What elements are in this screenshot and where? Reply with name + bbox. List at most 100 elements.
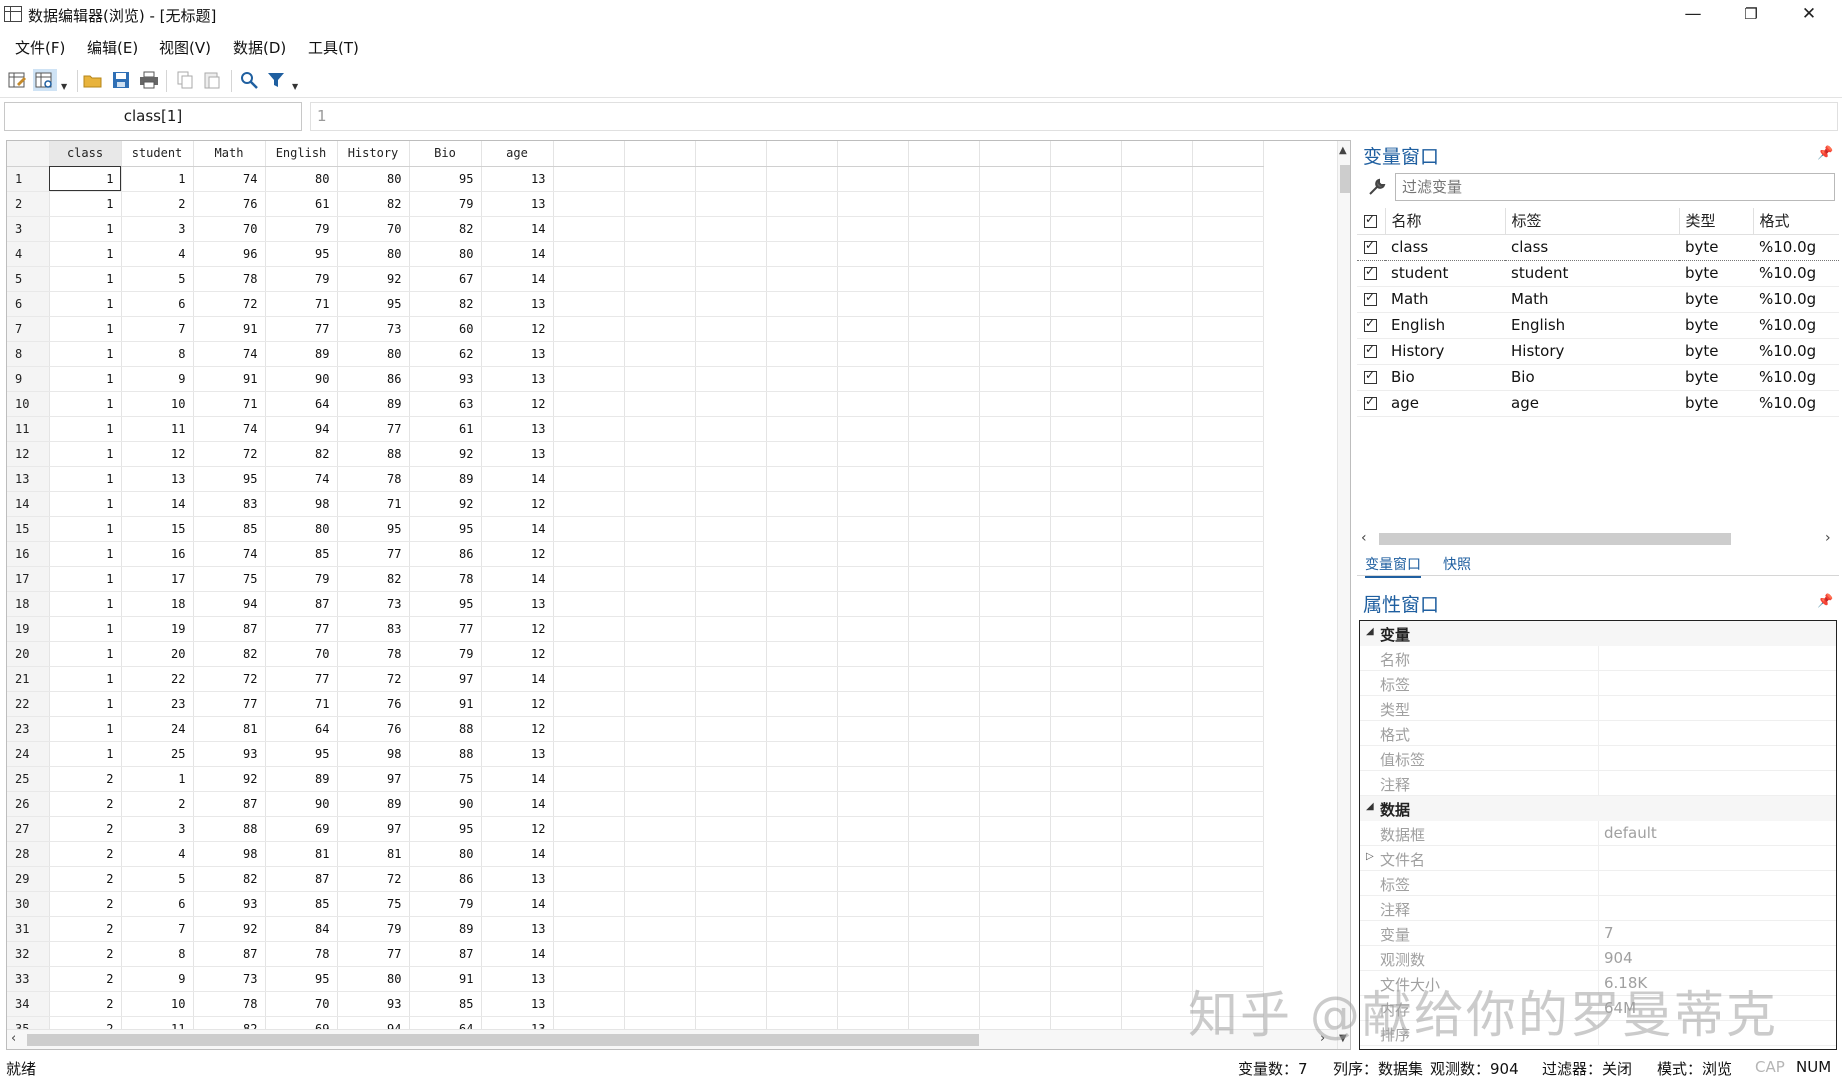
- empty-grid-cell[interactable]: [553, 266, 625, 292]
- grid-cell[interactable]: 1: [49, 516, 122, 542]
- grid-cell[interactable]: 1: [49, 216, 122, 242]
- empty-grid-cell[interactable]: [1050, 916, 1122, 942]
- empty-grid-cell[interactable]: [766, 566, 838, 592]
- empty-grid-cell[interactable]: [766, 516, 838, 542]
- empty-grid-cell[interactable]: [695, 866, 767, 892]
- empty-grid-cell[interactable]: [837, 516, 909, 542]
- empty-grid-cell[interactable]: [1050, 941, 1122, 967]
- scroll-left-icon[interactable]: ‹: [11, 1031, 16, 1046]
- empty-grid-cell[interactable]: [1121, 691, 1193, 717]
- row-number[interactable]: 22: [7, 691, 50, 717]
- empty-grid-cell[interactable]: [837, 841, 909, 867]
- row-number[interactable]: 26: [7, 791, 50, 817]
- grid-cell[interactable]: 87: [193, 941, 266, 967]
- empty-grid-cell[interactable]: [1050, 241, 1122, 267]
- paste-icon[interactable]: [201, 69, 223, 91]
- grid-cell[interactable]: 80: [337, 166, 410, 192]
- empty-grid-cell[interactable]: [553, 866, 625, 892]
- grid-corner[interactable]: [7, 141, 50, 167]
- row-number[interactable]: 15: [7, 516, 50, 542]
- empty-grid-cell[interactable]: [908, 741, 980, 767]
- empty-grid-cell[interactable]: [908, 491, 980, 517]
- empty-grid-cell[interactable]: [553, 966, 625, 992]
- grid-cell[interactable]: 75: [409, 766, 482, 792]
- empty-grid-cell[interactable]: [1121, 616, 1193, 642]
- empty-grid-cell[interactable]: [979, 591, 1051, 617]
- row-number[interactable]: 16: [7, 541, 50, 567]
- empty-grid-cell[interactable]: [837, 166, 909, 192]
- empty-grid-cell[interactable]: [979, 541, 1051, 567]
- empty-grid-cell[interactable]: [553, 891, 625, 917]
- grid-cell[interactable]: 1: [49, 366, 122, 392]
- empty-grid-cell[interactable]: [766, 716, 838, 742]
- grid-cell[interactable]: 81: [193, 716, 266, 742]
- empty-grid-cell[interactable]: [837, 366, 909, 392]
- grid-cell[interactable]: 12: [481, 691, 554, 717]
- grid-cell[interactable]: 79: [409, 891, 482, 917]
- grid-cell[interactable]: 96: [193, 241, 266, 267]
- grid-cell[interactable]: 23: [121, 691, 194, 717]
- row-number[interactable]: 3: [7, 216, 50, 242]
- copy-icon[interactable]: [174, 69, 196, 91]
- empty-grid-cell[interactable]: [624, 966, 696, 992]
- empty-grid-cell[interactable]: [908, 166, 980, 192]
- empty-grid-cell[interactable]: [837, 641, 909, 667]
- empty-grid-cell[interactable]: [624, 916, 696, 942]
- empty-grid-cell[interactable]: [766, 891, 838, 917]
- empty-grid-cell[interactable]: [979, 491, 1051, 517]
- empty-grid-cell[interactable]: [1121, 541, 1193, 567]
- empty-grid-cell[interactable]: [553, 166, 625, 192]
- grid-cell[interactable]: 85: [265, 541, 338, 567]
- empty-grid-cell[interactable]: [1121, 266, 1193, 292]
- grid-cell[interactable]: 19: [121, 616, 194, 642]
- grid-cell[interactable]: 69: [265, 816, 338, 842]
- empty-grid-cell[interactable]: [1050, 891, 1122, 917]
- empty-grid-cell[interactable]: [979, 341, 1051, 367]
- variables-hscroll-thumb[interactable]: [1379, 533, 1731, 545]
- empty-grid-cell[interactable]: [553, 666, 625, 692]
- grid-cell[interactable]: 83: [337, 616, 410, 642]
- empty-grid-cell[interactable]: [979, 641, 1051, 667]
- grid-cell[interactable]: 79: [265, 566, 338, 592]
- grid-cell[interactable]: 92: [337, 266, 410, 292]
- grid-cell[interactable]: 7: [121, 316, 194, 342]
- row-number[interactable]: 18: [7, 591, 50, 617]
- empty-grid-cell[interactable]: [837, 266, 909, 292]
- grid-cell[interactable]: 81: [265, 841, 338, 867]
- empty-grid-cell[interactable]: [624, 341, 696, 367]
- empty-grid-cell[interactable]: [695, 266, 767, 292]
- scroll-right-icon[interactable]: ›: [1825, 530, 1831, 546]
- empty-grid-cell[interactable]: [979, 316, 1051, 342]
- variable-row[interactable]: BioBiobyte%10.0g: [1357, 364, 1839, 391]
- grid-cell[interactable]: 63: [409, 391, 482, 417]
- column-header-age[interactable]: age: [481, 141, 554, 167]
- grid-cell[interactable]: 1: [49, 566, 122, 592]
- empty-grid-cell[interactable]: [1050, 741, 1122, 767]
- empty-grid-cell[interactable]: [1050, 966, 1122, 992]
- grid-cell[interactable]: 25: [121, 741, 194, 767]
- empty-grid-cell[interactable]: [908, 541, 980, 567]
- grid-cell[interactable]: 67: [409, 266, 482, 292]
- grid-cell[interactable]: 10: [121, 991, 194, 1017]
- empty-grid-cell[interactable]: [766, 991, 838, 1017]
- empty-grid-cell[interactable]: [979, 566, 1051, 592]
- grid-cell[interactable]: 14: [481, 766, 554, 792]
- variable-filter-input[interactable]: [1395, 173, 1835, 201]
- grid-cell[interactable]: 72: [193, 666, 266, 692]
- grid-cell[interactable]: 14: [481, 466, 554, 492]
- grid-cell[interactable]: 87: [265, 866, 338, 892]
- empty-grid-cell[interactable]: [1050, 166, 1122, 192]
- grid-cell[interactable]: 95: [409, 516, 482, 542]
- row-number[interactable]: 32: [7, 941, 50, 967]
- grid-cell[interactable]: 1: [49, 191, 122, 217]
- scroll-left-icon[interactable]: ‹: [1361, 530, 1367, 546]
- grid-cell[interactable]: 82: [337, 191, 410, 217]
- grid-cell[interactable]: 70: [337, 216, 410, 242]
- empty-grid-cell[interactable]: [1192, 241, 1264, 267]
- empty-grid-cell[interactable]: [553, 491, 625, 517]
- grid-cell[interactable]: 14: [481, 841, 554, 867]
- grid-cell[interactable]: 93: [193, 891, 266, 917]
- tab-variables[interactable]: 变量窗口: [1365, 554, 1421, 578]
- empty-grid-cell[interactable]: [1192, 666, 1264, 692]
- variable-row[interactable]: MathMathbyte%10.0g: [1357, 286, 1839, 313]
